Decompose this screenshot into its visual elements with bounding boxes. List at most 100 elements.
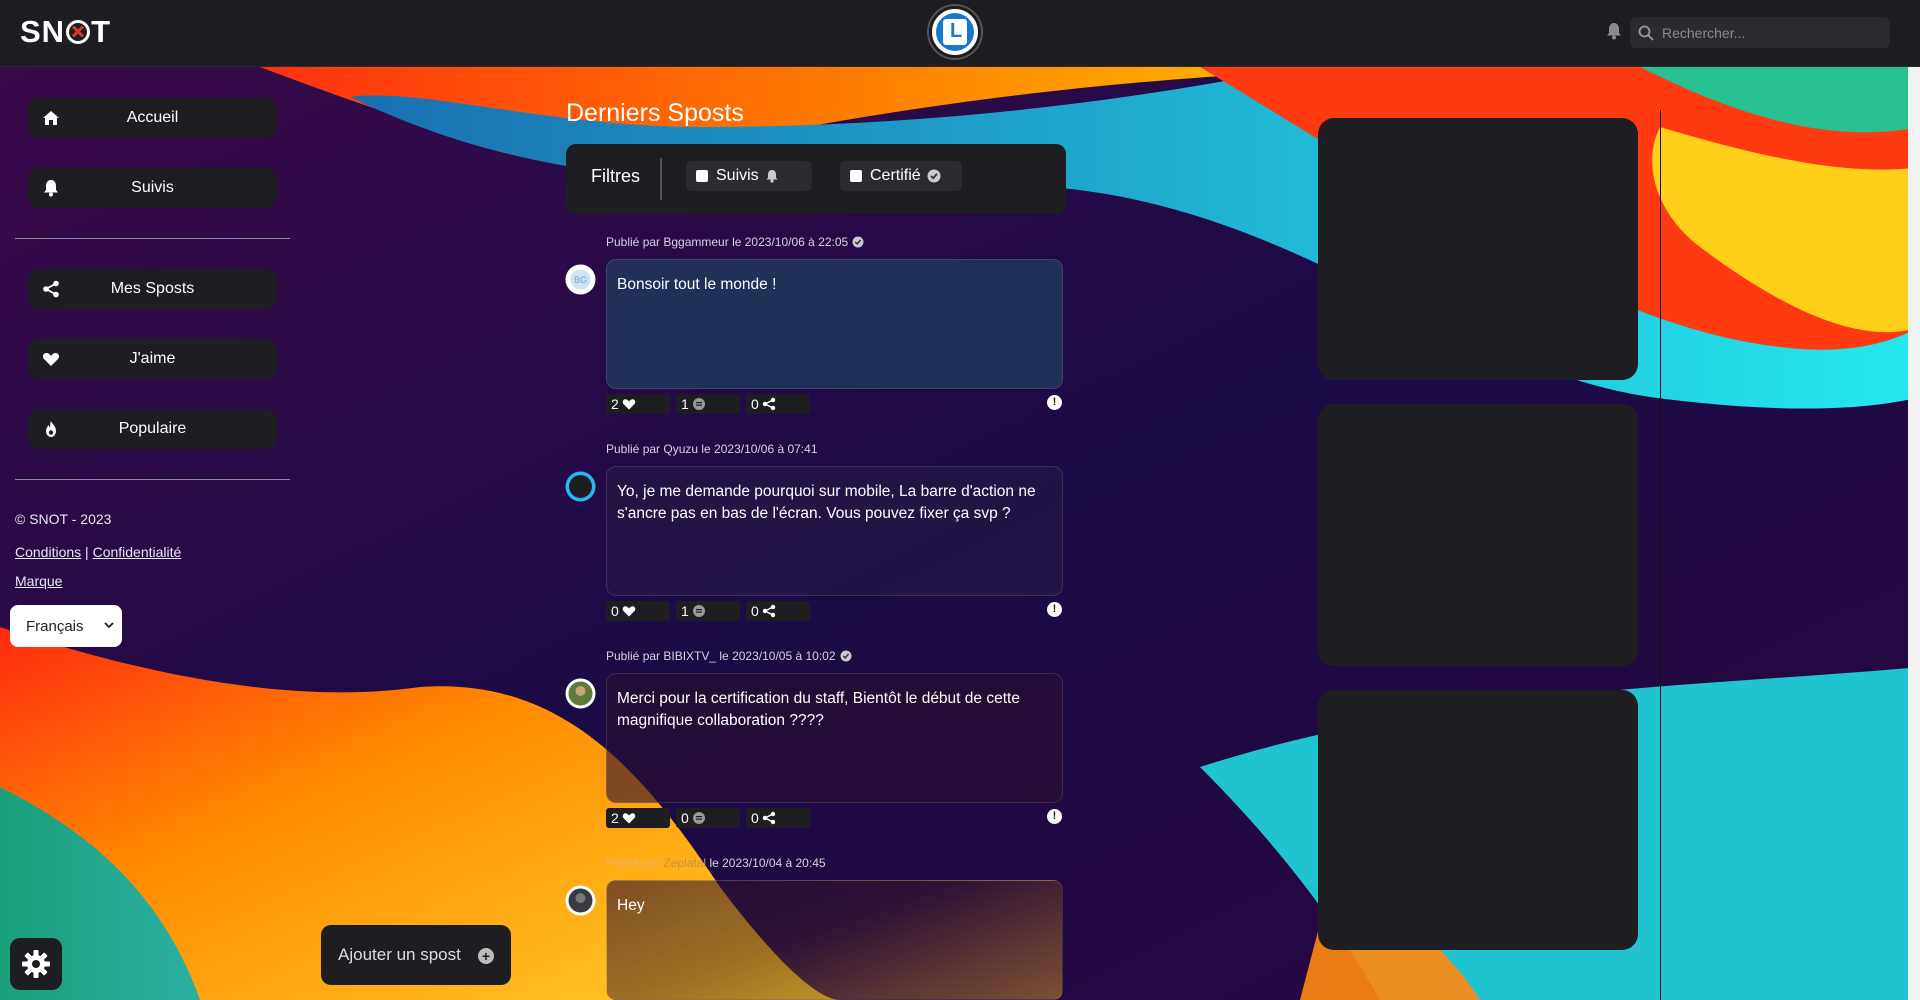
comment-count: 0 [681, 810, 689, 826]
like-count: 0 [611, 603, 619, 619]
post-meta: Publié par Qyuzu le 2023/10/06 à 07:41 [606, 442, 818, 456]
comment-icon [692, 605, 705, 617]
post-content[interactable]: Yo, je me demande pourquoi sur mobile, L… [606, 466, 1063, 596]
sidebar-item-suivis[interactable]: Suivis [28, 168, 277, 208]
share-icon [762, 811, 775, 825]
right-panel [1318, 118, 1638, 380]
sidebar-item-label: Populaire [118, 420, 187, 437]
sidebar-item-jaime[interactable]: J'aime [28, 339, 277, 379]
comment-count: 1 [681, 396, 689, 412]
post-text: Yo, je me demande pourquoi sur mobile, L… [617, 483, 1036, 522]
verified-check-icon [840, 650, 851, 662]
add-spost-button[interactable]: Ajouter un spost + [321, 925, 511, 985]
like-button[interactable]: 0 [606, 601, 670, 621]
conditions-link[interactable]: Conditions [15, 544, 81, 560]
footer-links: Conditions | Confidentialité [15, 544, 181, 560]
report-button[interactable]: ! [1047, 602, 1062, 617]
filter-certified-label: Certifié [870, 167, 921, 184]
post-author-date: Publié par Bggammeur le 2023/10/06 à 22:… [606, 235, 849, 249]
filter-followed-checkbox[interactable]: Suivis [686, 161, 812, 191]
post-author[interactable]: Zeplatal [663, 856, 706, 870]
filter-followed-label: Suivis [716, 167, 759, 184]
share-button[interactable]: 0 [746, 601, 810, 621]
notification-bell-icon[interactable] [1606, 22, 1622, 40]
snot-logo[interactable]: SN T [20, 14, 111, 50]
avatar[interactable] [565, 678, 596, 709]
post-meta-prefix: Publié par [606, 856, 661, 870]
report-button[interactable]: ! [1047, 809, 1062, 824]
right-panel [1318, 690, 1638, 950]
app-badge-icon [936, 13, 974, 51]
privacy-link[interactable]: Confidentialité [93, 544, 182, 560]
share-button[interactable]: 0 [746, 808, 810, 828]
sidebar-item-label: Mes Sposts [110, 280, 195, 297]
post-text: Hey [617, 897, 645, 914]
chevron-down-icon [104, 622, 114, 629]
checkbox-box [696, 170, 708, 182]
sidebar-item-accueil[interactable]: Accueil [28, 98, 277, 138]
verified-check-icon [927, 169, 941, 183]
sidebar-item-label: Accueil [126, 109, 179, 126]
scrollbar[interactable] [1908, 67, 1920, 1000]
post-meta: Publié par BIBIXTV_ le 2023/10/05 à 10:0… [606, 649, 852, 663]
avatar[interactable] [565, 471, 596, 502]
filters-bar: Filtres Suivis Certifié [566, 144, 1066, 214]
post-content[interactable]: Hey [606, 880, 1063, 1000]
post-content[interactable]: Merci pour la certification du staff, Bi… [606, 673, 1063, 803]
plus-icon: + [478, 948, 494, 964]
settings-button[interactable] [10, 938, 62, 990]
heart-icon [622, 399, 636, 410]
share-count: 0 [751, 396, 759, 412]
heart-icon [622, 813, 636, 824]
post-content[interactable]: Bonsoir tout le monde ! [606, 259, 1063, 389]
comment-icon [692, 812, 705, 824]
heart-icon [42, 353, 60, 366]
add-spost-label: Ajouter un spost [338, 945, 461, 964]
share-icon [762, 397, 775, 411]
logo-o-icon [66, 20, 91, 44]
sidebar-item-label: J'aime [129, 350, 176, 367]
comment-count: 1 [681, 603, 689, 619]
sidebar-item-populaire[interactable]: Populaire [28, 409, 277, 449]
bell-icon [44, 180, 58, 197]
report-button[interactable]: ! [1047, 395, 1062, 410]
footer-brand: Marque [15, 573, 62, 589]
like-button[interactable]: 2 [606, 394, 670, 414]
share-button[interactable]: 0 [746, 394, 810, 414]
fire-icon [46, 421, 56, 437]
filters-label: Filtres [591, 166, 640, 186]
vertical-divider [1660, 110, 1661, 1000]
heart-icon [622, 606, 636, 617]
brand-link[interactable]: Marque [15, 573, 62, 589]
comment-button[interactable]: 1 [676, 394, 740, 414]
share-icon [43, 280, 59, 298]
like-count: 2 [611, 810, 619, 826]
post-author-date: Publié par Qyuzu le 2023/10/06 à 07:41 [606, 442, 818, 456]
gear-icon [22, 950, 50, 978]
bell-icon [766, 170, 778, 183]
like-count: 2 [611, 396, 619, 412]
sidebar-item-mes-sposts[interactable]: Mes Sposts [28, 269, 277, 309]
post-meta: Publié par Bggammeur le 2023/10/06 à 22:… [606, 235, 864, 249]
like-button[interactable]: 2 [606, 808, 670, 828]
language-select[interactable]: Français [10, 605, 122, 647]
post-text: Merci pour la certification du staff, Bi… [617, 690, 1020, 729]
filter-certified-checkbox[interactable]: Certifié [840, 161, 962, 191]
top-bar: SN T [0, 0, 1920, 67]
avatar[interactable]: BG [565, 264, 596, 295]
share-icon [762, 604, 775, 618]
post-date: le 2023/10/04 à 20:45 [709, 856, 826, 870]
sidebar-divider [15, 238, 290, 239]
search-input[interactable] [1662, 24, 1882, 41]
avatar[interactable] [565, 885, 596, 916]
search-icon [1638, 25, 1654, 41]
search-bar[interactable] [1630, 17, 1890, 48]
comment-icon [692, 398, 705, 410]
verified-check-icon [852, 236, 864, 248]
page-title: Derniers Sposts [566, 99, 744, 127]
comment-button[interactable]: 0 [676, 808, 740, 828]
profile-avatar-badge[interactable] [929, 6, 981, 58]
right-panel [1318, 404, 1638, 666]
comment-button[interactable]: 1 [676, 601, 740, 621]
link-separator: | [85, 544, 89, 560]
